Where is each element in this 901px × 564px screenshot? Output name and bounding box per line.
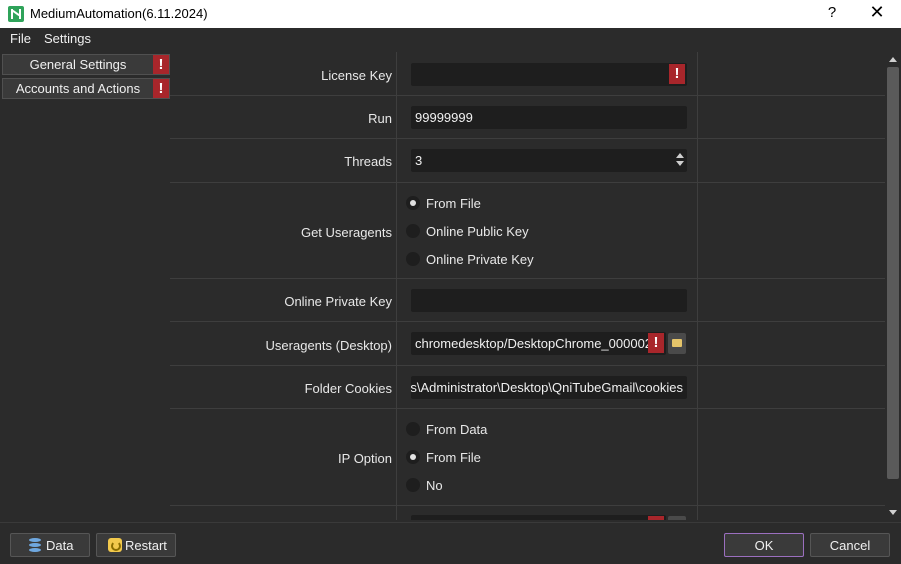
- window-title: MediumAutomation(6.11.2024): [30, 6, 208, 21]
- radio-dot: [406, 252, 420, 266]
- folder-cookies-value: s\Administrator\Desktop\QniTubeGmail\coo…: [411, 380, 683, 395]
- folder-cookies-label: Folder Cookies: [304, 381, 392, 396]
- restart-icon: [108, 538, 122, 552]
- get-useragents-label: Get Useragents: [300, 225, 392, 240]
- row-folder-cookies: Folder Cookies s\Administrator\Desktop\Q…: [170, 366, 885, 409]
- row-ip-option: IP Option From Data From File No: [170, 409, 885, 506]
- folder-cookies-input[interactable]: s\Administrator\Desktop\QniTubeGmail\coo…: [411, 376, 687, 399]
- warning-icon: !: [153, 79, 169, 98]
- sidebar-item-accounts-and-actions[interactable]: Accounts and Actions !: [2, 78, 170, 99]
- radio-dot: [406, 224, 420, 238]
- ok-button-label: OK: [754, 538, 774, 553]
- threads-value: 3: [415, 153, 423, 168]
- restart-button[interactable]: Restart: [96, 533, 176, 557]
- scrollbar-thumb[interactable]: [887, 67, 899, 479]
- useragents-desktop-input[interactable]: chromedesktop/DesktopChrome_000002.: [411, 332, 666, 355]
- online-private-key-label: Online Private Key: [284, 294, 392, 309]
- restart-button-label: Restart: [125, 538, 167, 553]
- vertical-scrollbar[interactable]: [885, 52, 901, 520]
- warning-icon: !: [648, 516, 664, 520]
- useragents-desktop-label: Useragents (Desktop): [265, 338, 392, 353]
- license-key-input[interactable]: [411, 63, 687, 86]
- close-button[interactable]: ✕: [866, 2, 888, 23]
- threads-spinbox[interactable]: 3: [411, 149, 687, 172]
- radio-dot: [406, 196, 420, 210]
- row-license-key: License Key !: [170, 52, 885, 96]
- row-online-private-key: Online Private Key: [170, 279, 885, 322]
- online-private-key-input[interactable]: [411, 289, 687, 312]
- app-logo-icon: [8, 6, 24, 22]
- license-key-label: License Key: [321, 68, 392, 83]
- radio-label: From File: [426, 196, 481, 211]
- row-threads: Threads 3: [170, 139, 885, 183]
- row-partial: !: [170, 506, 885, 520]
- sidebar-item-label: Accounts and Actions: [15, 81, 141, 96]
- menu-settings[interactable]: Settings: [44, 31, 91, 46]
- spin-up-icon[interactable]: [676, 153, 684, 158]
- run-input[interactable]: 99999999: [411, 106, 687, 129]
- ip-option-label: IP Option: [338, 451, 392, 466]
- cancel-button-label: Cancel: [829, 538, 871, 553]
- menu-bar: File Settings: [0, 28, 901, 50]
- scroll-up-icon[interactable]: [889, 57, 897, 62]
- sidebar-item-general-settings[interactable]: General Settings !: [2, 54, 170, 75]
- data-button[interactable]: Data: [10, 533, 90, 557]
- row-get-useragents: Get Useragents From File Online Public K…: [170, 183, 885, 279]
- cancel-button[interactable]: Cancel: [810, 533, 890, 557]
- row-useragents-desktop: Useragents (Desktop) chromedesktop/Deskt…: [170, 322, 885, 366]
- radio-label: From File: [426, 450, 481, 465]
- folder-browse-button[interactable]: [668, 333, 686, 354]
- warning-icon: !: [648, 333, 664, 353]
- radio-dot: [406, 478, 420, 492]
- radio-label: Online Private Key: [426, 252, 534, 267]
- run-label: Run: [368, 111, 392, 126]
- settings-panel: License Key ! Run 99999999 Threads 3 Get…: [170, 52, 885, 520]
- footer-bar: Data Restart OK Cancel: [0, 522, 901, 564]
- warning-icon: !: [153, 55, 169, 74]
- sidebar-item-label: General Settings: [29, 57, 127, 72]
- threads-label: Threads: [344, 154, 392, 169]
- data-button-label: Data: [46, 538, 74, 553]
- folder-browse-button[interactable]: [668, 516, 686, 520]
- radio-label: No: [426, 478, 443, 493]
- menu-file[interactable]: File: [10, 31, 31, 46]
- help-button[interactable]: ?: [822, 4, 842, 21]
- scroll-down-icon[interactable]: [889, 510, 897, 515]
- partial-input[interactable]: [411, 515, 666, 520]
- radio-label: From Data: [426, 422, 488, 437]
- title-bar: MediumAutomation(6.11.2024) ? ✕: [0, 0, 901, 28]
- database-icon: [29, 538, 41, 552]
- warning-icon: !: [669, 64, 685, 84]
- radio-dot: [406, 422, 420, 436]
- ok-button[interactable]: OK: [724, 533, 804, 557]
- radio-dot: [406, 450, 420, 464]
- threads-stepper[interactable]: [674, 150, 686, 171]
- sidebar: General Settings ! Accounts and Actions …: [0, 52, 170, 520]
- row-run: Run 99999999: [170, 96, 885, 139]
- radio-label: Online Public Key: [426, 224, 529, 239]
- spin-down-icon[interactable]: [676, 161, 684, 166]
